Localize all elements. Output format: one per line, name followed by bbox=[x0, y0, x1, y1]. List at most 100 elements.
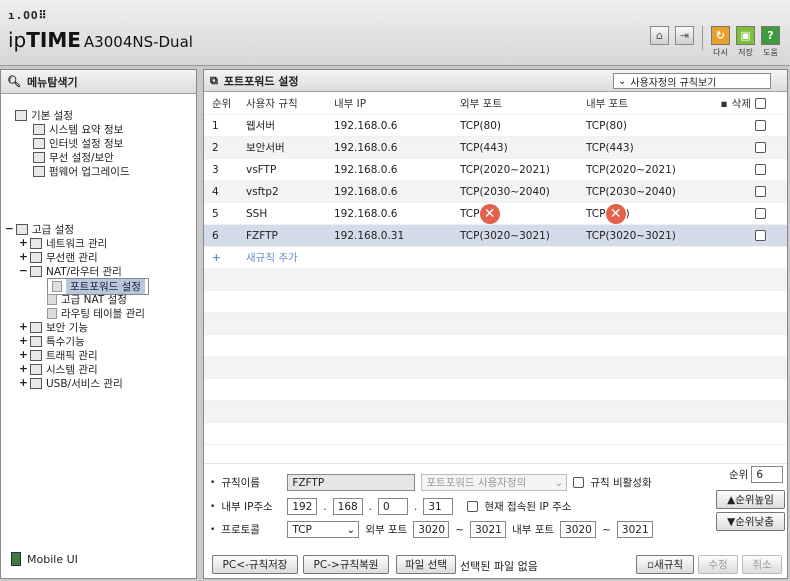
rule-name-input[interactable]: FZFTP bbox=[287, 474, 416, 491]
explorer-search-icon: 🔍︎ bbox=[7, 75, 21, 88]
empty-row bbox=[204, 269, 787, 291]
home-icon[interactable]: ⌂ bbox=[650, 26, 669, 45]
file-select-button[interactable]: 파일 선택 bbox=[396, 555, 456, 574]
model-name: A3004NS-Dual bbox=[83, 33, 193, 51]
tree-item-security[interactable]: + 보안 기능 bbox=[19, 320, 88, 334]
add-rule-row[interactable]: + 새규칙 추가 bbox=[204, 247, 787, 269]
table-row[interactable]: 4 vsftp2 192.168.0.6 TCP(2030~2040) TCP(… bbox=[204, 181, 787, 203]
restore-from-pc-button[interactable]: PC->규칙복원 bbox=[303, 555, 389, 574]
tree-item-internet-info[interactable]: 인터넷 설정 정보 bbox=[33, 136, 123, 150]
rank-down-button[interactable]: ▼ 순위낮춤 bbox=[716, 512, 785, 531]
cell-ext-port: TCP(80) bbox=[460, 119, 502, 132]
table-row[interactable]: 3 vsFTP 192.168.0.6 TCP(2020~2021) TCP(2… bbox=[204, 159, 787, 181]
table-header: 순위 사용자 규칙 내부 IP 외부 포트 내부 포트 ▪ 삭제 bbox=[204, 93, 787, 115]
tree-item-wireless-security[interactable]: 무선 설정/보안 bbox=[33, 150, 114, 164]
ext-port-to[interactable]: 3021 bbox=[470, 521, 507, 538]
logout-icon[interactable]: ⇥ bbox=[675, 26, 694, 45]
row-delete-checkbox[interactable] bbox=[755, 120, 766, 131]
current-ip-label: 현재 접속된 IP 주소 bbox=[484, 501, 572, 513]
save-button[interactable]: ▣ 저장 bbox=[736, 26, 755, 58]
network-icon bbox=[33, 137, 45, 149]
empty-row bbox=[204, 313, 787, 335]
tree-item-usb-service[interactable]: + USB/서비스 관리 bbox=[19, 376, 123, 390]
expand-icon: + bbox=[19, 363, 28, 375]
rank-up-label: 순위높임 bbox=[735, 494, 774, 506]
row-delete-checkbox[interactable] bbox=[755, 208, 766, 219]
save-to-pc-button[interactable]: PC<-규칙저장 bbox=[212, 555, 298, 574]
ip-octet-1[interactable]: 192 bbox=[287, 498, 318, 515]
preset-select-value: 포트포워드 사용자정의 bbox=[426, 477, 527, 489]
ip-octet-4[interactable]: 31 bbox=[423, 498, 454, 515]
file-status-text: 선택된 파일 없음 bbox=[460, 560, 538, 573]
cell-rank: 3 bbox=[212, 163, 219, 176]
table-row[interactable]: 1 웹서버 192.168.0.6 TCP(80) TCP(80) bbox=[204, 115, 787, 137]
row-delete-checkbox[interactable] bbox=[755, 142, 766, 153]
int-port-to[interactable]: 3021 bbox=[616, 521, 653, 538]
mobile-ui-link[interactable]: Mobile UI bbox=[11, 552, 78, 566]
ip-octet-2[interactable]: 168 bbox=[332, 498, 363, 515]
help-button[interactable]: ? 도움 bbox=[761, 26, 780, 58]
cell-rank: 4 bbox=[212, 185, 219, 198]
add-rule-plus-icon: + bbox=[212, 251, 221, 264]
row-delete-checkbox[interactable] bbox=[755, 164, 766, 175]
rule-view-select[interactable]: ⌄ 사용자정의 규칙보기 bbox=[613, 73, 771, 89]
table-row[interactable]: 5 SSH 192.168.0.6 TCP(✕ TCP(✕) bbox=[204, 203, 787, 225]
arrow-down-icon: ▼ bbox=[727, 515, 736, 528]
cell-ip: 192.168.0.6 bbox=[334, 185, 398, 198]
rule-disable-label: 규칙 비활성화 bbox=[590, 477, 652, 489]
tree-item-special[interactable]: + 특수기능 bbox=[19, 334, 85, 348]
protocol-label: 프로토콜 bbox=[221, 524, 260, 536]
tree-item-system[interactable]: + 시스템 관리 bbox=[19, 362, 98, 376]
edit-button[interactable]: 수정 bbox=[698, 555, 738, 574]
row-delete-checkbox[interactable] bbox=[755, 186, 766, 197]
tree-item-system-summary[interactable]: 시스템 요약 정보 bbox=[33, 122, 123, 136]
cell-int-port: TCP(443) bbox=[586, 141, 634, 154]
tree-label: 고급 NAT 설정 bbox=[61, 293, 127, 306]
cell-ip: 192.168.0.6 bbox=[334, 163, 398, 176]
cell-delete bbox=[710, 164, 780, 175]
cell-ext-port: TCP(2030~2040) bbox=[460, 185, 550, 198]
tree-advanced-settings[interactable]: − 고급 설정 bbox=[5, 222, 74, 236]
table-row[interactable]: 2 보안서버 192.168.0.6 TCP(443) TCP(443) bbox=[204, 137, 787, 159]
table-row-selected[interactable]: 6 FZFTP 192.168.0.31 TCP(3020~3021) TCP(… bbox=[204, 225, 787, 247]
expand-icon: + bbox=[19, 251, 28, 263]
ext-port-from[interactable]: 3020 bbox=[413, 521, 450, 538]
wireless-icon bbox=[30, 251, 42, 263]
delete-all-checkbox[interactable] bbox=[755, 98, 766, 109]
current-ip-checkbox[interactable] bbox=[467, 501, 479, 512]
tree-item-traffic[interactable]: + 트래픽 관리 bbox=[19, 348, 98, 362]
rank-up-button[interactable]: ▲ 순위높임 bbox=[716, 490, 785, 509]
rule-disable-checkbox[interactable] bbox=[573, 477, 585, 488]
tree-label: 펌웨어 업그레이드 bbox=[49, 165, 130, 178]
ext-port-label: 외부 포트 bbox=[365, 524, 408, 536]
tree-item-nat-router[interactable]: − NAT/라우터 관리 bbox=[19, 264, 122, 278]
expand-icon: + bbox=[19, 335, 28, 347]
rank-input[interactable]: 6 bbox=[751, 466, 784, 483]
int-port-from[interactable]: 3020 bbox=[560, 521, 597, 538]
tree-label: 기본 설정 bbox=[31, 109, 73, 122]
tree-basic-settings[interactable]: 기본 설정 bbox=[15, 108, 73, 122]
range-tilde: ~ bbox=[455, 523, 465, 536]
network-icon bbox=[30, 237, 42, 249]
col-delete-label: 삭제 bbox=[731, 98, 751, 110]
cancel-button[interactable]: 취소 bbox=[742, 555, 782, 574]
chevron-down-icon: ⌄ bbox=[346, 523, 356, 536]
tree-item-routing-table[interactable]: 라우팅 테이블 관리 bbox=[47, 306, 145, 320]
tree-item-firmware[interactable]: 펌웨어 업그레이드 bbox=[33, 164, 130, 178]
cell-ip: 192.168.0.31 bbox=[334, 229, 405, 242]
ip-label: 내부 IP주소 bbox=[221, 501, 273, 513]
new-rule-button[interactable]: ▫ 새규칙 bbox=[636, 555, 694, 574]
help-label: 도움 bbox=[763, 48, 778, 57]
tree-item-advanced-nat[interactable]: 고급 NAT 설정 bbox=[47, 292, 127, 306]
empty-row bbox=[204, 291, 787, 313]
row-delete-checkbox[interactable] bbox=[755, 230, 766, 241]
refresh-label: 다시 bbox=[713, 48, 728, 57]
refresh-button[interactable]: ↻ 다시 bbox=[711, 26, 730, 58]
int-port-tail: ) bbox=[625, 207, 630, 220]
tree-item-wireless[interactable]: + 무선랜 관리 bbox=[19, 250, 98, 264]
tree-item-network[interactable]: + 네트워크 관리 bbox=[19, 236, 107, 250]
protocol-select[interactable]: TCP ⌄ bbox=[287, 521, 360, 538]
preset-select[interactable]: 포트포워드 사용자정의 ⌄ bbox=[421, 474, 568, 491]
int-port-label: 내부 포트 bbox=[512, 524, 555, 536]
ip-octet-3[interactable]: 0 bbox=[378, 498, 408, 515]
